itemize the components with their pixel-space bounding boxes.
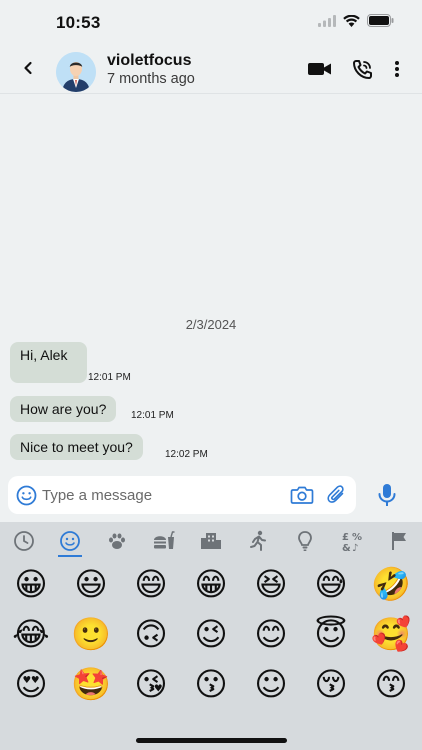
tab-recent[interactable]: [11, 528, 37, 554]
svg-text:£: £: [342, 532, 349, 543]
contact-name[interactable]: violetfocus: [107, 52, 191, 70]
emoji-key[interactable]: 😁: [189, 562, 233, 606]
more-options-button[interactable]: [390, 58, 404, 80]
status-time: 10:53: [56, 13, 101, 32]
date-separator: 2/3/2024: [185, 317, 237, 332]
status-bar: 10:53: [0, 0, 422, 44]
emoji-key[interactable]: 😗: [189, 662, 233, 706]
lightbulb-icon: [298, 531, 312, 551]
smiley-icon: [16, 485, 37, 506]
emoji-key[interactable]: 😅: [309, 562, 353, 606]
emoji-key[interactable]: 😂: [9, 612, 53, 656]
message-input[interactable]: [42, 476, 282, 514]
emoji-key[interactable]: 😆: [249, 562, 293, 606]
emoji-key[interactable]: 😘: [129, 662, 173, 706]
svg-text:%: %: [352, 532, 362, 543]
emoji-key[interactable]: 🤩: [69, 662, 113, 706]
emoji-button[interactable]: [16, 485, 37, 506]
selected-tab-indicator: [58, 555, 82, 557]
attach-button[interactable]: [326, 484, 348, 506]
clock-icon: [14, 531, 34, 551]
message-time: 12:01 PM: [131, 410, 174, 421]
tab-flags[interactable]: [386, 528, 412, 554]
avatar[interactable]: [56, 52, 96, 92]
emoji-key[interactable]: 🤣: [369, 562, 413, 606]
battery-icon: [367, 14, 394, 27]
symbols-icon: £ % & ♪: [342, 532, 362, 554]
message-bubble[interactable]: Nice to meet you?: [10, 434, 143, 460]
emoji-key[interactable]: 😙: [369, 662, 413, 706]
voice-call-button[interactable]: [351, 58, 377, 80]
kebab-menu-icon: [395, 61, 399, 77]
tab-activity[interactable]: [245, 528, 271, 554]
message-time: 12:02 PM: [165, 449, 208, 460]
tab-smileys[interactable]: [57, 528, 83, 554]
emoji-key[interactable]: 😇: [309, 612, 353, 656]
message-bubble[interactable]: How are you?: [10, 396, 117, 422]
emoji-key[interactable]: 😉: [189, 612, 233, 656]
paw-icon: [109, 533, 125, 549]
emoji-key[interactable]: 🙃: [129, 612, 173, 656]
emoji-keyboard: £ % & ♪ 😀 😃 😄 😁 😆 😅 🤣 😂 🙂 🙃 😉 😊 😇 🥰 😍 🤩 😘 😗 ☺ 😚 😙: [0, 522, 422, 750]
camera-icon: [290, 486, 314, 504]
wifi-icon: [343, 14, 360, 27]
phone-icon: [353, 60, 372, 79]
message-item[interactable]: Hi, Alek: [10, 342, 87, 383]
emoji-key[interactable]: 😚: [309, 662, 353, 706]
message-item[interactable]: How are you?: [10, 396, 117, 422]
tab-animals[interactable]: [104, 528, 130, 554]
emoji-key[interactable]: 🙂: [69, 612, 113, 656]
emoji-key[interactable]: 😀: [9, 562, 53, 606]
chevron-left-icon: [24, 61, 32, 75]
building-icon: [201, 533, 221, 549]
chat-header: violetfocus 7 months ago: [0, 44, 422, 94]
svg-text:&: &: [342, 543, 351, 554]
microphone-icon: [378, 484, 396, 506]
tab-travel[interactable]: [198, 528, 224, 554]
svg-text:♪: ♪: [352, 543, 358, 554]
emoji-key[interactable]: 🥰: [369, 612, 413, 656]
video-camera-icon: [308, 63, 331, 75]
emoji-key[interactable]: 😊: [249, 612, 293, 656]
emoji-key[interactable]: 😄: [129, 562, 173, 606]
emoji-key[interactable]: 😍: [9, 662, 53, 706]
signal-icon: [318, 14, 336, 27]
tab-objects[interactable]: [292, 528, 318, 554]
camera-button[interactable]: [290, 485, 314, 505]
emoji-key[interactable]: ☺: [249, 662, 293, 706]
emoji-grid: 😀 😃 😄 😁 😆 😅 🤣 😂 🙂 🙃 😉 😊 😇 🥰 😍 🤩 😘 😗 ☺ 😚 😙: [0, 562, 422, 750]
message-bubble[interactable]: Hi, Alek: [10, 342, 87, 383]
back-button[interactable]: [16, 56, 40, 80]
status-icons: [318, 14, 394, 27]
message-time: 12:01 PM: [88, 372, 131, 383]
tab-symbols[interactable]: £ % & ♪: [339, 528, 365, 554]
home-indicator: [136, 738, 287, 743]
message-composer: [8, 476, 356, 514]
running-person-icon: [250, 530, 266, 551]
video-call-button[interactable]: [307, 58, 333, 80]
emoji-key[interactable]: 😃: [69, 562, 113, 606]
paperclip-icon: [327, 485, 344, 503]
person-avatar-icon: [56, 52, 96, 92]
emoji-category-tabs: £ % & ♪: [0, 522, 422, 558]
voice-record-button[interactable]: [374, 482, 400, 508]
tab-food[interactable]: [151, 528, 177, 554]
message-item[interactable]: Nice to meet you?: [10, 434, 143, 460]
burger-icon: [154, 531, 175, 549]
smiley-icon: [60, 531, 80, 551]
last-seen-status: 7 months ago: [107, 71, 195, 87]
flag-icon: [392, 532, 406, 550]
